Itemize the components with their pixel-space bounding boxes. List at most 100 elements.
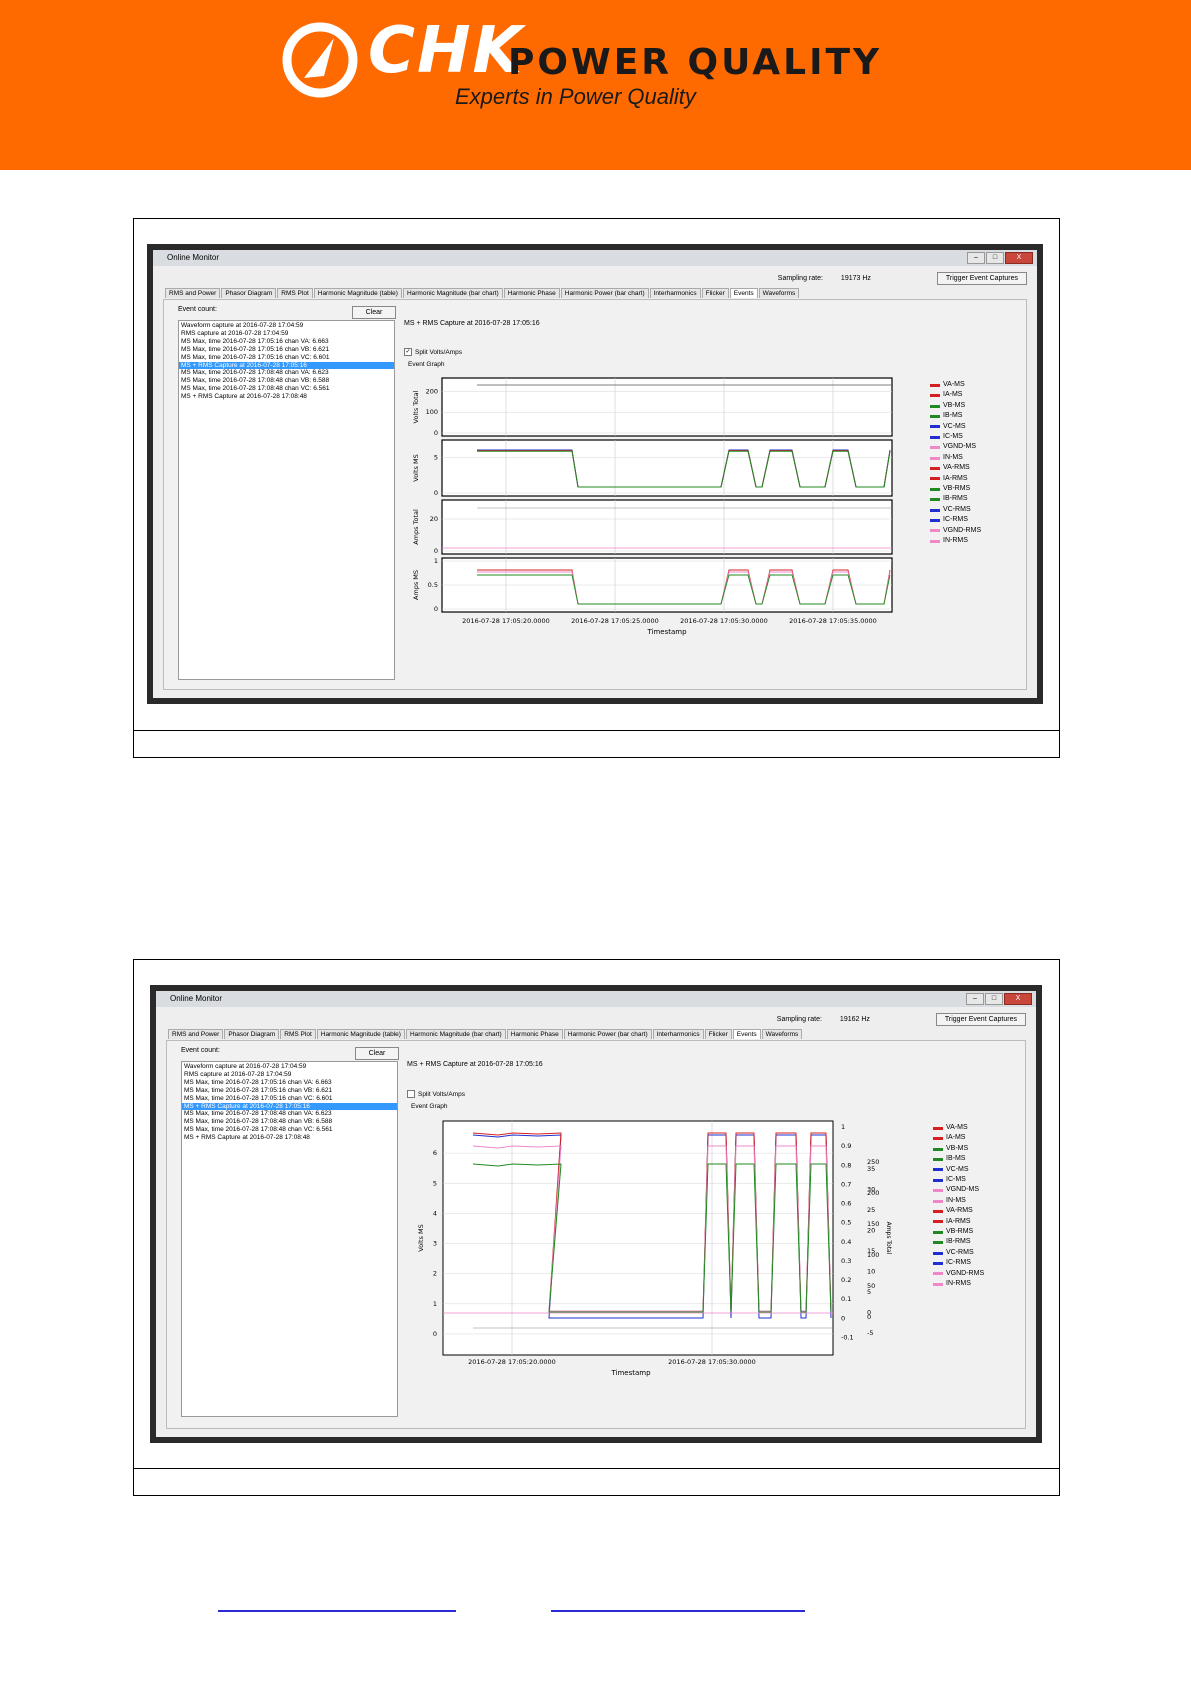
legend-item: IB-MS	[930, 411, 981, 421]
y-tick-label: 0	[434, 547, 438, 555]
event-list-item[interactable]: MS Max, time 2016-07-28 17:05:16 chan VA…	[179, 338, 394, 346]
close-button[interactable]: X	[1005, 252, 1033, 264]
split-volts-amps-checkbox[interactable]: Split Volts/Amps	[407, 1090, 465, 1098]
legend-swatch	[930, 425, 940, 429]
legend-item: VA-MS	[930, 380, 981, 390]
footer-link-2[interactable]	[551, 1610, 805, 1612]
legend-swatch	[930, 539, 940, 543]
tab-events[interactable]: Events	[732, 1029, 761, 1039]
legend-label: IC-RMS	[943, 516, 968, 524]
y-tick-label: 4	[433, 1209, 437, 1217]
tab-phasor-diagram[interactable]: Phasor Diagram	[224, 1029, 280, 1039]
event-list-item[interactable]: MS Max, time 2016-07-28 17:05:16 chan VB…	[182, 1087, 397, 1095]
y-tick-label: 6	[433, 1149, 437, 1157]
tab-phasor-diagram[interactable]: Phasor Diagram	[221, 288, 277, 298]
panel-ylabel: Amps Total	[412, 509, 420, 545]
online-monitor-window: Online Monitor – □ X Sampling rate: 19162 …	[156, 991, 1036, 1437]
legend-swatch	[933, 1147, 943, 1151]
legend-label: IB-RMS	[946, 1238, 971, 1246]
trigger-event-captures-button[interactable]: Trigger Event Captures	[936, 272, 1027, 285]
tab-waveforms[interactable]: Waveforms	[758, 288, 800, 298]
tab-flicker[interactable]: Flicker	[701, 288, 729, 298]
x-tick-label: 2016-07-28 17:05:30.0000	[680, 617, 768, 625]
y-tick-label: 0	[434, 489, 438, 497]
legend-label: VB-RMS	[946, 1228, 974, 1236]
tab-harmonic-phase[interactable]: Harmonic Phase	[503, 288, 560, 298]
event-count-label: Event count:	[178, 306, 217, 313]
event-list-item[interactable]: MS Max, time 2016-07-28 17:08:48 chan VA…	[182, 1110, 397, 1118]
y-tick-label: 0	[434, 605, 438, 613]
right-tick-label: 0.9	[841, 1142, 851, 1150]
tab-rms-and-power[interactable]: RMS and Power	[165, 288, 221, 298]
minimize-button[interactable]: –	[967, 252, 985, 264]
legend-item: VB-MS	[933, 1144, 984, 1154]
legend-item: VB-RMS	[930, 484, 981, 494]
x-axis-label: Timestamp	[646, 628, 687, 636]
maximize-button[interactable]: □	[985, 993, 1003, 1005]
footer-link-1[interactable]	[218, 1610, 456, 1612]
tab-events[interactable]: Events	[729, 288, 758, 298]
right-tick-label: 0	[841, 1314, 845, 1322]
split-volts-amps-checkbox[interactable]: ✓ Split Volts/Amps	[404, 348, 462, 356]
event-list-item[interactable]: Waveform capture at 2016-07-28 17:04:59	[182, 1063, 397, 1071]
clear-button[interactable]: Clear	[355, 1047, 399, 1060]
legend-label: IA-MS	[943, 391, 963, 399]
legend-item: VA-RMS	[930, 463, 981, 473]
right-tick-label: 35	[867, 1165, 875, 1173]
tab-rms-plot[interactable]: RMS Plot	[280, 1029, 316, 1039]
tab-harmonic-power-bar-chart[interactable]: Harmonic Power (bar chart)	[560, 288, 649, 298]
sampling-rate-value: 19162 Hz	[839, 1016, 870, 1023]
event-list-item[interactable]: MS Max, time 2016-07-28 17:05:16 chan VC…	[182, 1095, 397, 1103]
event-list-item[interactable]: MS Max, time 2016-07-28 17:08:48 chan VC…	[182, 1126, 397, 1134]
tab-harmonic-magnitude-table[interactable]: Harmonic Magnitude (table)	[313, 288, 402, 298]
tab-waveforms[interactable]: Waveforms	[761, 1029, 803, 1039]
event-list-item[interactable]: MS Max, time 2016-07-28 17:08:48 chan VC…	[179, 385, 394, 393]
event-list-item[interactable]: MS + RMS Capture at 2016-07-28 17:08:48	[179, 393, 394, 401]
tab-interharmonics[interactable]: Interharmonics	[649, 288, 701, 298]
event-list[interactable]: Waveform capture at 2016-07-28 17:04:59 R…	[178, 320, 395, 680]
right-tick-label: 0.5	[841, 1219, 851, 1227]
event-list-item[interactable]: RMS capture at 2016-07-28 17:04:59	[179, 330, 394, 338]
close-button[interactable]: X	[1004, 993, 1032, 1005]
legend-item: VA-RMS	[933, 1206, 984, 1216]
event-list-item[interactable]: MS Max, time 2016-07-28 17:08:48 chan VB…	[179, 377, 394, 385]
legend-swatch	[930, 394, 940, 398]
event-list[interactable]: Waveform capture at 2016-07-28 17:04:59 R…	[181, 1061, 398, 1417]
event-list-item[interactable]: Waveform capture at 2016-07-28 17:04:59	[179, 322, 394, 330]
legend-label: IA-MS	[946, 1134, 966, 1142]
legend-item: IA-RMS	[930, 474, 981, 484]
tab-interharmonics[interactable]: Interharmonics	[652, 1029, 704, 1039]
event-list-item[interactable]: MS + RMS Capture at 2016-07-28 17:05:16	[179, 361, 394, 370]
legend-label: VA-MS	[946, 1124, 968, 1131]
right-tick-label: 200	[867, 1189, 879, 1197]
event-list-item[interactable]: MS + RMS Capture at 2016-07-28 17:05:16	[182, 1102, 397, 1111]
right-tick-label: 0.8	[841, 1161, 851, 1169]
legend-swatch	[930, 435, 940, 439]
tab-harmonic-magnitude-table[interactable]: Harmonic Magnitude (table)	[316, 1029, 405, 1039]
event-list-item[interactable]: MS Max, time 2016-07-28 17:05:16 chan VB…	[179, 346, 394, 354]
trigger-event-captures-button[interactable]: Trigger Event Captures	[935, 1013, 1026, 1026]
tab-harmonic-power-bar-chart[interactable]: Harmonic Power (bar chart)	[563, 1029, 652, 1039]
tab-harmonic-magnitude-bar-chart[interactable]: Harmonic Magnitude (bar chart)	[405, 1029, 506, 1039]
tab-harmonic-magnitude-bar-chart[interactable]: Harmonic Magnitude (bar chart)	[402, 288, 503, 298]
event-list-item[interactable]: MS Max, time 2016-07-28 17:05:16 chan VA…	[182, 1079, 397, 1087]
tab-rms-and-power[interactable]: RMS and Power	[168, 1029, 224, 1039]
right-tick-label: 0.1	[841, 1295, 851, 1303]
event-list-item[interactable]: MS Max, time 2016-07-28 17:05:16 chan VC…	[179, 354, 394, 362]
x-tick-label: 2016-07-28 17:05:35.0000	[789, 617, 877, 625]
panel-ylabel: Volts MS	[412, 454, 420, 481]
tab-flicker[interactable]: Flicker	[704, 1029, 732, 1039]
maximize-button[interactable]: □	[986, 252, 1004, 264]
legend-swatch	[933, 1209, 943, 1213]
tab-rms-plot[interactable]: RMS Plot	[277, 288, 313, 298]
event-list-item[interactable]: MS Max, time 2016-07-28 17:08:48 chan VA…	[179, 369, 394, 377]
minimize-button[interactable]: –	[966, 993, 984, 1005]
legend-swatch	[933, 1199, 943, 1203]
clear-button[interactable]: Clear	[352, 306, 396, 319]
tab-harmonic-phase[interactable]: Harmonic Phase	[506, 1029, 563, 1039]
legend-swatch	[930, 477, 940, 481]
event-list-item[interactable]: MS Max, time 2016-07-28 17:08:48 chan VB…	[182, 1118, 397, 1126]
window-title: Online Monitor	[170, 994, 223, 1003]
event-list-item[interactable]: RMS capture at 2016-07-28 17:04:59	[182, 1071, 397, 1079]
event-list-item[interactable]: MS + RMS Capture at 2016-07-28 17:08:48	[182, 1134, 397, 1142]
